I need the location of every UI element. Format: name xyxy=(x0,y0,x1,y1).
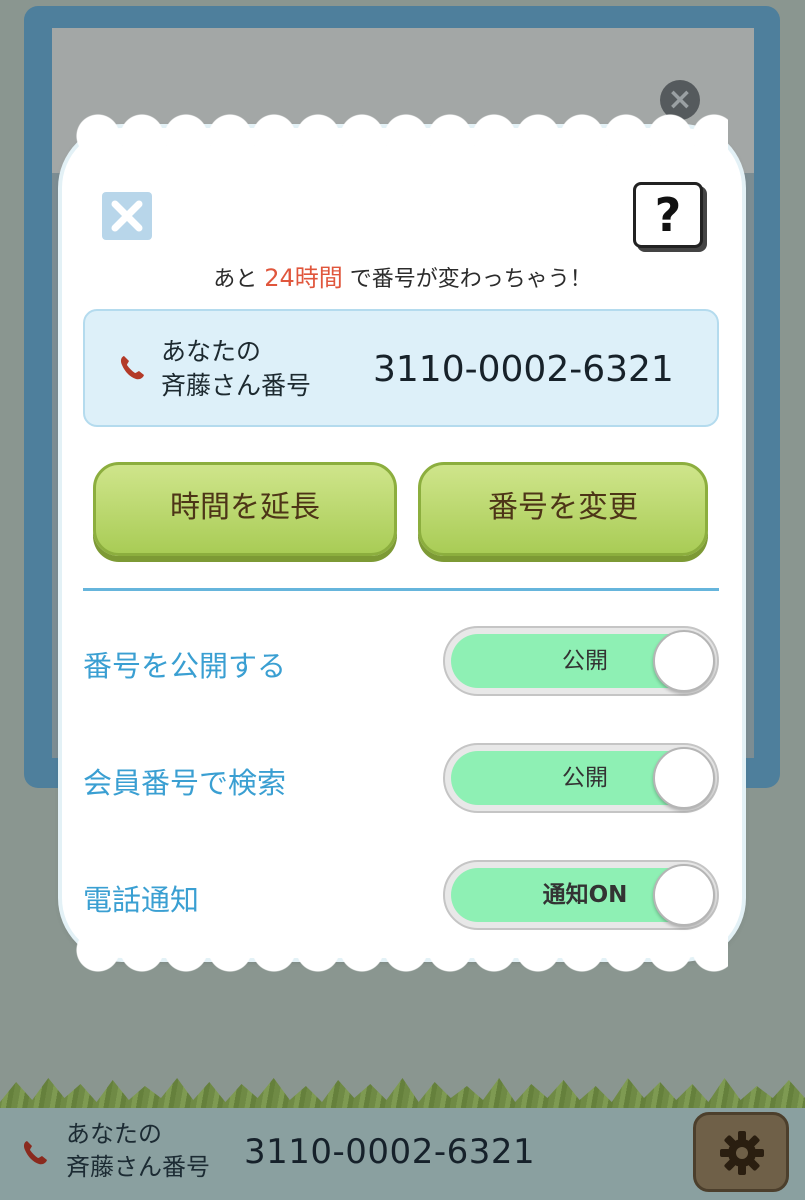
expiry-notice: あと 24時間 で番号が変わっちゃう！ xyxy=(213,264,592,292)
change-number-button[interactable]: 番号を変更 xyxy=(418,462,708,556)
close-icon xyxy=(111,200,143,232)
toggle-knob xyxy=(653,747,715,809)
footer-number: 3110-0002-6321 xyxy=(244,1132,536,1172)
gear-icon xyxy=(720,1131,764,1175)
toggle-search-by-member[interactable]: 公開 xyxy=(443,743,719,813)
footer-number-label: あなたの 斉藤さん番号 xyxy=(66,1120,210,1181)
number-card: あなたの 斉藤さん番号 3110-0002-6321 xyxy=(83,309,719,427)
toggle-publish-number[interactable]: 公開 xyxy=(443,626,719,696)
help-button[interactable]: ? xyxy=(633,182,703,248)
phone-icon xyxy=(23,1141,47,1165)
saito-number: 3110-0002-6321 xyxy=(373,349,674,390)
toggle-call-notification[interactable]: 通知ON xyxy=(443,860,719,930)
modal-close-button[interactable] xyxy=(102,192,152,240)
setting-label-notify: 電話通知 xyxy=(83,883,200,917)
toggle-knob xyxy=(653,864,715,926)
setting-label-publish: 番号を公開する xyxy=(83,649,287,683)
number-label: あなたの 斉藤さん番号 xyxy=(161,337,312,400)
extend-time-button[interactable]: 時間を延長 xyxy=(93,462,397,556)
phone-icon xyxy=(120,356,144,380)
remaining-time: 24時間 xyxy=(264,264,343,292)
toggle-knob xyxy=(653,630,715,692)
divider xyxy=(83,588,719,591)
setting-label-search: 会員番号で検索 xyxy=(83,766,287,800)
settings-button[interactable] xyxy=(693,1112,789,1192)
